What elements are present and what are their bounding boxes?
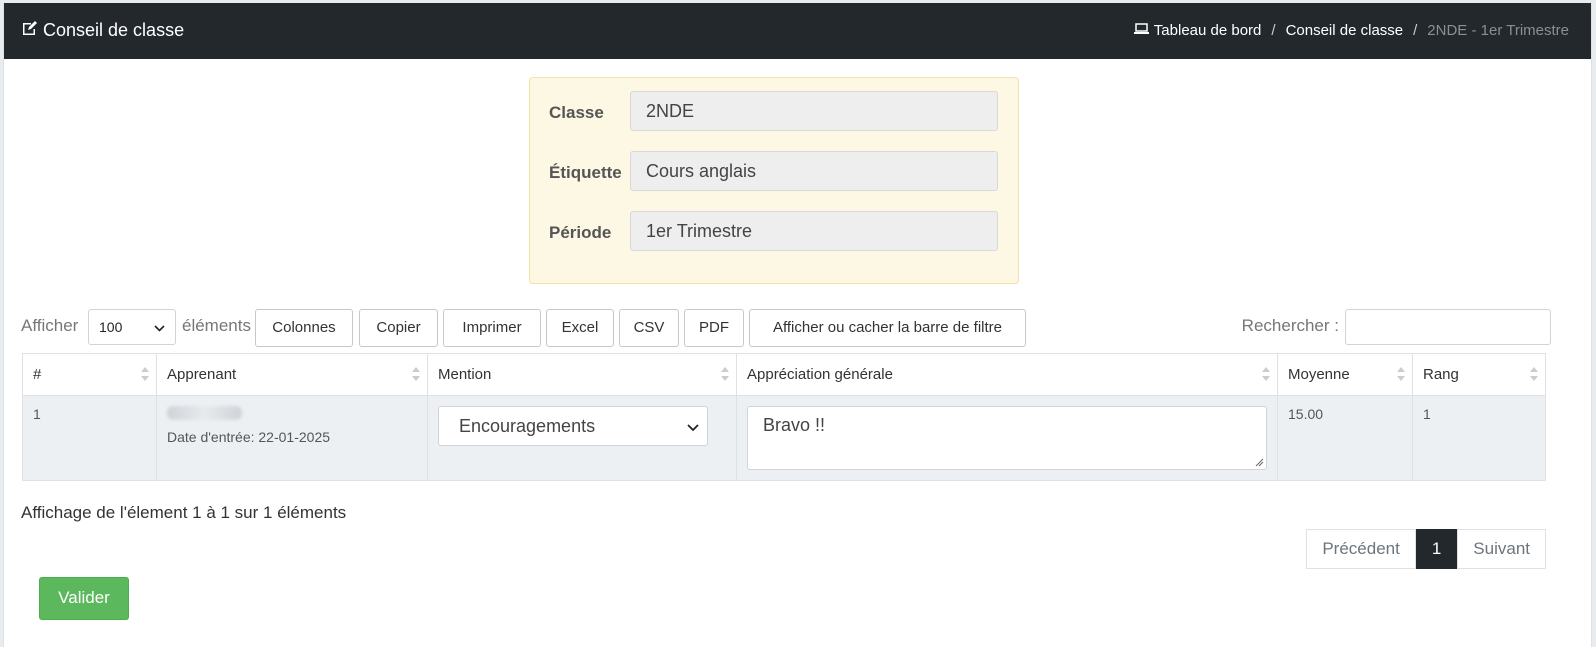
- breadcrumb-conseil[interactable]: Conseil de classe: [1286, 22, 1404, 39]
- page-size-select[interactable]: 100: [88, 309, 176, 345]
- toggle-filter-button[interactable]: Afficher ou cacher la barre de filtre: [749, 309, 1026, 347]
- periode-field: 1er Trimestre: [630, 211, 998, 251]
- columns-button[interactable]: Colonnes: [255, 309, 353, 347]
- table-row: 1 Date d'entrée: 22-01-2025 Encouragemen…: [22, 395, 1546, 481]
- prev-page-button[interactable]: Précédent: [1306, 529, 1416, 569]
- appreciation-textarea[interactable]: Bravo !!: [747, 406, 1267, 470]
- submit-button[interactable]: Valider: [39, 577, 129, 620]
- cell-mention: Encouragements: [427, 395, 737, 481]
- classe-field: 2NDE: [630, 91, 998, 131]
- page-header: Conseil de classe Tableau de bord / Cons…: [4, 3, 1591, 59]
- search-label: Rechercher :: [1241, 316, 1339, 335]
- pagination: Précédent 1 Suivant: [1306, 529, 1546, 569]
- col-header-rang[interactable]: Rang: [1412, 353, 1546, 396]
- elements-label: éléments: [182, 316, 251, 335]
- search-input[interactable]: [1345, 309, 1551, 345]
- etiquette-field: Cours anglais: [630, 151, 998, 191]
- cell-apprenant: Date d'entrée: 22-01-2025: [156, 395, 428, 481]
- laptop-icon: [1133, 22, 1149, 39]
- periode-row: Période 1er Trimestre: [530, 211, 1018, 253]
- print-button[interactable]: Imprimer: [443, 309, 541, 347]
- cell-num: 1: [22, 395, 157, 481]
- breadcrumb-current: 2NDE - 1er Trimestre: [1427, 22, 1569, 39]
- periode-label: Période: [549, 223, 612, 242]
- show-label: Afficher: [21, 316, 79, 335]
- classe-label: Classe: [549, 103, 604, 122]
- etiquette-label: Étiquette: [549, 163, 622, 182]
- chevron-down-icon: [154, 310, 165, 344]
- mention-select[interactable]: Encouragements: [438, 406, 708, 446]
- breadcrumb-dashboard[interactable]: Tableau de bord: [1133, 22, 1261, 39]
- table-toolbar: Afficher 100 éléments Colonnes Copier Im…: [21, 309, 1551, 347]
- sort-icon: [1397, 367, 1405, 381]
- breadcrumb-separator: /: [1413, 22, 1418, 39]
- page-1-button[interactable]: 1: [1415, 529, 1458, 569]
- col-header-moyenne[interactable]: Moyenne: [1277, 353, 1413, 396]
- breadcrumb-separator: /: [1271, 22, 1276, 39]
- sort-icon: [141, 367, 149, 381]
- sort-icon: [412, 367, 420, 381]
- resize-handle-icon[interactable]: [1255, 458, 1264, 467]
- sort-icon: [1530, 367, 1538, 381]
- pdf-button[interactable]: PDF: [684, 309, 744, 347]
- sort-icon: [1262, 367, 1270, 381]
- copy-button[interactable]: Copier: [359, 309, 438, 347]
- entry-date: Date d'entrée: 22-01-2025: [167, 429, 331, 445]
- col-header-apprenant[interactable]: Apprenant: [156, 353, 428, 396]
- page-title: Conseil de classe: [21, 20, 184, 41]
- edit-icon: [21, 20, 37, 41]
- chevron-down-icon: [687, 416, 699, 437]
- table-header-row: # Apprenant Mention Appréciation général…: [22, 353, 1546, 396]
- etiquette-row: Étiquette Cours anglais: [530, 151, 1018, 193]
- col-header-mention[interactable]: Mention: [427, 353, 737, 396]
- main-card: Conseil de classe Tableau de bord / Cons…: [3, 3, 1592, 647]
- breadcrumb: Tableau de bord / Conseil de classe / 2N…: [1133, 22, 1569, 39]
- students-table: # Apprenant Mention Appréciation général…: [22, 353, 1546, 481]
- col-header-appreciation[interactable]: Appréciation générale: [736, 353, 1278, 396]
- sort-icon: [721, 367, 729, 381]
- table-info: Affichage de l'élement 1 à 1 sur 1 éléme…: [21, 503, 347, 522]
- student-name-redacted: [167, 406, 242, 420]
- excel-button[interactable]: Excel: [546, 309, 614, 347]
- cell-appreciation: Bravo !!: [736, 395, 1278, 481]
- csv-button[interactable]: CSV: [619, 309, 679, 347]
- col-header-num[interactable]: #: [22, 353, 157, 396]
- cell-moyenne: 15.00: [1277, 395, 1413, 481]
- next-page-button[interactable]: Suivant: [1457, 529, 1546, 569]
- class-info-panel: Classe 2NDE Étiquette Cours anglais Péri…: [529, 77, 1019, 284]
- classe-row: Classe 2NDE: [530, 91, 1018, 133]
- cell-rang: 1: [1412, 395, 1546, 481]
